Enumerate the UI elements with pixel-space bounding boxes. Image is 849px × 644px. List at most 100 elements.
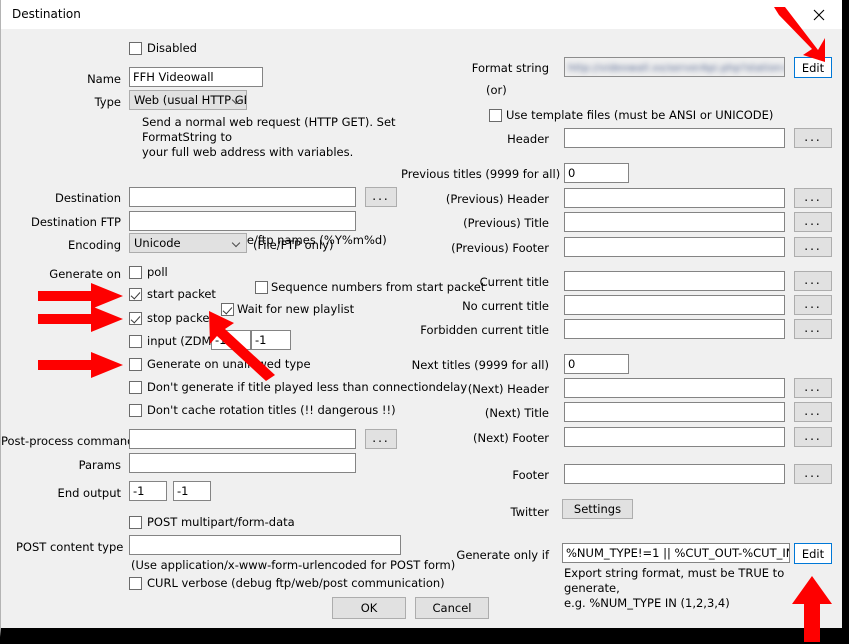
previous-titles-label: Previous titles (9999 for all) [401,167,561,181]
header-input[interactable] [564,128,785,148]
header-browse-button[interactable]: ... [794,128,832,148]
post-multipart-checkbox[interactable] [129,516,142,529]
next-titles-label: Next titles (9999 for all) [411,358,549,372]
previous-header-label: (Previous) Header [445,192,549,206]
zdm-to-input[interactable]: -1 [251,330,291,350]
sequence-numbers-checkbox[interactable] [255,281,268,294]
format-string-input[interactable]: http://videowall.xx/serverApi.php?statio… [564,57,785,77]
generate-on-stop-packet-label[interactable]: stop packet [147,311,214,325]
next-title-label: (Next) Title [484,406,549,420]
type-help-text: Send a normal web request (HTTP GET). Se… [142,115,396,159]
dont-generate-if-short-label[interactable]: Don't generate if title played less than… [147,380,467,394]
cancel-button[interactable]: Cancel [415,597,489,619]
zdm-from-input[interactable]: -1 [211,330,251,350]
post-multipart-label[interactable]: POST multipart/form-data [147,515,295,529]
wait-for-new-playlist-label[interactable]: Wait for new playlist [237,302,354,316]
destination-ftp-input[interactable] [129,211,356,231]
name-input[interactable]: FFH Videowall [129,67,263,87]
generate-on-stop-packet-checkbox[interactable] [129,312,142,325]
title-bar: Destination [1,0,842,30]
format-string-label: Format string [471,61,549,75]
arrow-to-start-packet-icon [38,283,123,309]
next-titles-input[interactable]: 0 [564,354,629,374]
curl-verbose-checkbox[interactable] [129,577,142,590]
generate-on-input-zdm-label[interactable]: input (ZDM) [147,334,216,348]
post-process-input[interactable] [129,429,356,449]
or-text: (or) [486,83,507,97]
disabled-label[interactable]: Disabled [147,41,197,55]
previous-footer-browse-button[interactable]: ... [794,237,832,257]
dont-cache-rotation-titles-label[interactable]: Don't cache rotation titles (!! dangerou… [147,403,396,417]
generate-only-if-edit-button[interactable]: Edit [794,543,832,564]
previous-title-browse-button[interactable]: ... [794,212,832,232]
forbidden-current-title-label: Forbidden current title [420,323,549,337]
end-output-input-1[interactable]: -1 [129,481,167,501]
params-label: Params [78,458,121,472]
current-title-label: Current title [479,275,549,289]
previous-header-input[interactable] [564,188,785,208]
wait-for-new-playlist-checkbox[interactable] [221,303,234,316]
generate-on-unallowed-type-label[interactable]: Generate on unallowed type [147,357,311,371]
next-footer-browse-button[interactable]: ... [794,427,832,447]
dialog-body: Disabled Name FFH Videowall Type Web (us… [1,7,842,642]
generate-on-input-zdm-checkbox[interactable] [129,335,142,348]
ok-button[interactable]: OK [332,597,406,619]
current-title-input[interactable] [564,271,785,291]
forbidden-current-title-input[interactable] [564,319,785,339]
previous-title-label: (Previous) Title [463,216,549,230]
generate-on-poll-checkbox[interactable] [129,266,142,279]
next-title-browse-button[interactable]: ... [794,402,832,422]
no-current-title-input[interactable] [564,295,785,315]
previous-title-input[interactable] [564,212,785,232]
type-select-value: Web (usual HTTP GE [134,93,247,107]
encoding-select[interactable]: Unicode [129,233,247,253]
params-input[interactable] [129,453,356,473]
destination-ftp-label: Destination FTP [30,215,121,229]
dont-cache-rotation-titles-checkbox[interactable] [129,404,142,417]
previous-header-browse-button[interactable]: ... [794,188,832,208]
generate-on-start-packet-checkbox[interactable] [129,288,142,301]
chevron-down-icon [233,239,241,247]
use-template-files-checkbox[interactable] [489,109,502,122]
twitter-settings-button[interactable]: Settings [562,499,633,519]
arrow-to-stop-packet-icon [38,306,123,332]
previous-footer-input[interactable] [564,237,785,257]
encoding-select-value: Unicode [134,236,181,250]
name-label: Name [87,72,121,86]
post-content-type-help: (Use application/x-www-form-urlencoded f… [131,558,456,572]
post-process-browse-button[interactable]: ... [365,429,397,449]
footer-input[interactable] [564,464,785,484]
disabled-checkbox[interactable] [129,42,142,55]
generate-on-start-packet-label[interactable]: start packet [147,287,216,301]
post-content-type-label: POST content type [16,540,124,554]
next-header-browse-button[interactable]: ... [794,378,832,398]
footer-browse-button[interactable]: ... [794,464,832,484]
dont-generate-if-short-checkbox[interactable] [129,381,142,394]
destination-input[interactable] [129,187,356,207]
format-string-edit-button[interactable]: Edit [794,57,832,78]
type-label: Type [94,95,121,109]
generate-on-poll-label[interactable]: poll [147,265,168,279]
twitter-label: Twitter [510,505,549,519]
forbidden-current-title-browse-button[interactable]: ... [794,319,832,339]
window-title: Destination [12,7,81,21]
generate-only-if-input[interactable]: %NUM_TYPE!=1 || %CUT_OUT-%CUT_IN>= [562,543,790,563]
header-label: Header [507,132,549,146]
previous-titles-input[interactable]: 0 [564,163,629,183]
end-output-input-2[interactable]: -1 [173,481,211,501]
curl-verbose-label[interactable]: CURL verbose (debug ftp/web/post communi… [147,576,445,590]
use-template-files-label[interactable]: Use template files (must be ANSI or UNIC… [506,108,773,122]
destination-browse-button[interactable]: ... [365,187,397,207]
current-title-browse-button[interactable]: ... [794,271,832,291]
next-footer-input[interactable] [564,427,785,447]
next-title-input[interactable] [564,402,785,422]
no-current-title-browse-button[interactable]: ... [794,295,832,315]
next-header-input[interactable] [564,378,785,398]
post-content-type-input[interactable] [129,535,401,555]
generate-only-if-help: Export string format, must be TRUE to ge… [564,566,785,610]
destination-label: Destination [55,191,121,205]
close-icon[interactable] [796,0,842,29]
generate-on-unallowed-type-checkbox[interactable] [129,358,142,371]
destination-dialog: Destination Disabled Name FFH Videowall … [0,0,849,642]
type-select[interactable]: Web (usual HTTP GE [129,90,247,110]
